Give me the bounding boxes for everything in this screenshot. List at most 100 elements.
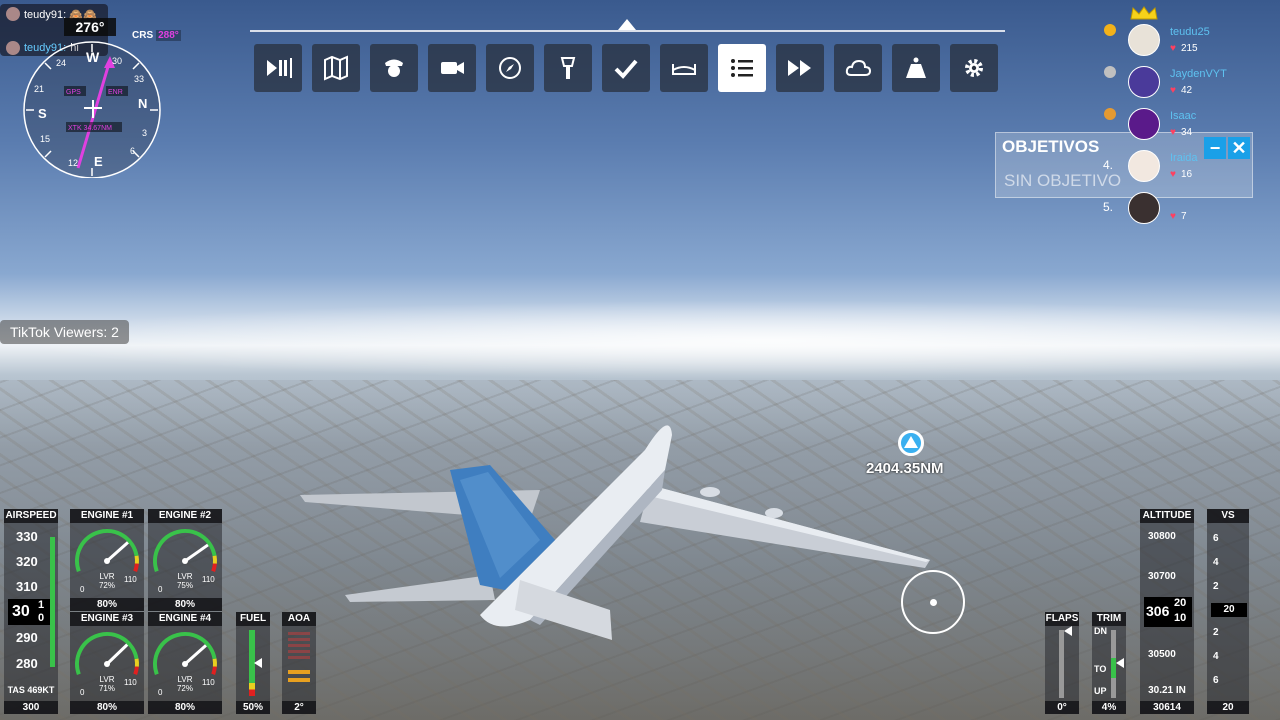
vs-title: VS <box>1207 509 1249 523</box>
flaps-track <box>1059 630 1064 698</box>
airspeed-tick: 310 <box>16 579 38 594</box>
atc-button[interactable] <box>544 44 592 92</box>
fuel-footer: 50% <box>236 701 270 714</box>
cardinal-n: N <box>138 96 147 111</box>
heart-icon: ♥ <box>1170 85 1176 96</box>
tick-15: 15 <box>40 134 50 144</box>
fast-forward-icon <box>788 60 811 76</box>
compass-rose: W N S E 30 33 3 6 12 15 21 24 GPS ENR XT… <box>23 41 161 179</box>
engine-scale-max: 110 <box>124 678 137 687</box>
course-readout: CRS 288° <box>132 30 181 41</box>
altitude-footer: 30614 <box>1140 701 1194 714</box>
leaderboard-row: 5. ♥ 7 <box>1100 184 1280 224</box>
silver-medal-icon <box>1104 66 1116 78</box>
settings-button[interactable] <box>950 44 998 92</box>
xtk-label: XTK 34.67NM <box>68 125 112 132</box>
controls-button[interactable] <box>660 44 708 92</box>
weight-balance-button[interactable] <box>892 44 940 92</box>
leaderboard-row: JaydenVYT ♥ 42 <box>1100 58 1280 98</box>
airspeed-footer: 300 <box>4 701 58 714</box>
true-airspeed: TAS 469KT <box>7 685 55 695</box>
waypoint-icon[interactable] <box>898 430 924 456</box>
waypoint-distance: 2404.35NM <box>866 460 944 477</box>
heart-icon: ♥ <box>1170 127 1176 138</box>
engine-scale-max: 110 <box>202 575 215 584</box>
tower-icon <box>560 57 576 79</box>
heading-readout: 276° <box>64 18 116 36</box>
leaderboard-rank: 5. <box>1102 200 1113 214</box>
engine-lvr: LVR <box>177 675 193 684</box>
pilot-button[interactable] <box>370 44 418 92</box>
camera-button[interactable] <box>428 44 476 92</box>
gps-label: GPS <box>66 89 81 96</box>
crs-value: 288° <box>156 30 181 41</box>
engine-scale-min: 0 <box>80 585 85 594</box>
vs-current: 20 <box>1211 603 1247 617</box>
aoa-bar <box>288 670 310 674</box>
engine-gauge: ENGINE #1 LVR 72% 0 110 80% <box>70 509 144 611</box>
fuel-level-marker <box>254 658 262 668</box>
navlog-button[interactable] <box>486 44 534 92</box>
aoa-title: AOA <box>282 612 316 626</box>
gold-medal-icon <box>1104 24 1116 36</box>
toolbar-caret[interactable] <box>618 19 636 30</box>
engine-lvr: LVR <box>99 572 115 581</box>
engine-lvr-pct: 71% <box>98 684 115 693</box>
flaps-footer: 0° <box>1045 701 1079 714</box>
avatar <box>1128 108 1160 140</box>
heart-icon: ♥ <box>1170 43 1176 54</box>
leaderboard-row: teudu25 ♥ 215 <box>1100 16 1280 56</box>
fuel-gauge: FUEL 50% <box>236 612 270 714</box>
map-button[interactable] <box>312 44 360 92</box>
airspeed-tick: 330 <box>16 529 38 544</box>
engine-scale-max: 110 <box>124 575 137 584</box>
checkmark-icon <box>614 59 638 79</box>
tick-6: 6 <box>130 146 135 156</box>
airspeed-green-band <box>50 537 55 667</box>
engine-footer: 80% <box>70 598 144 611</box>
weather-button[interactable] <box>834 44 882 92</box>
avatar <box>1128 150 1160 182</box>
tick-24: 24 <box>56 58 66 68</box>
checklist-button[interactable] <box>602 44 650 92</box>
altitude-tick: 30700 <box>1148 571 1176 582</box>
engine-lvr: LVR <box>177 572 193 581</box>
leaderboard-row: 4. Iraida ♥ 16 <box>1100 142 1280 182</box>
engine-needle <box>184 543 209 563</box>
engine-scale-min: 0 <box>158 688 163 697</box>
engine-scale-min: 0 <box>80 688 85 697</box>
engine-lvr-pct: 72% <box>176 684 193 693</box>
assistance-list-button[interactable] <box>718 44 766 92</box>
altitude-title: ALTITUDE <box>1140 509 1194 523</box>
engine-lvr-pct: 72% <box>98 581 115 590</box>
airspeed-tick: 290 <box>16 630 38 645</box>
trim-dn: DN <box>1094 626 1107 636</box>
engine-needle <box>105 643 129 666</box>
vertical-speed-tape: VS 6 4 2 2 4 6 20 20 <box>1207 509 1249 714</box>
airplane <box>300 425 930 640</box>
aoa-bar <box>288 678 310 682</box>
heart-icon: ♥ <box>1170 169 1176 180</box>
pause-play-button[interactable] <box>254 44 302 92</box>
flaps-marker <box>1064 626 1072 636</box>
aim-reticle <box>901 570 965 634</box>
objectives-title: OBJETIVOS <box>1002 137 1100 156</box>
leaderboard-score: ♥ 7 <box>1170 211 1187 222</box>
airspeed-title: AIRSPEED <box>4 509 58 523</box>
airspeed-current: 30 1 0 <box>8 599 50 625</box>
sim-rate-button[interactable] <box>776 44 824 92</box>
compass-icon <box>499 57 521 79</box>
heart-icon: ♥ <box>1170 211 1176 222</box>
crs-label: CRS <box>132 30 154 41</box>
sim-toolbar <box>254 44 998 92</box>
engine-footer: 80% <box>70 701 144 714</box>
engine-gauge: ENGINE #3 LVR 71% 0 110 80% <box>70 612 144 714</box>
engine-gauge: ENGINE #4 LVR 72% 0 110 80% <box>148 612 222 714</box>
airspeed-tick: 320 <box>16 554 38 569</box>
engine-footer: 80% <box>148 701 222 714</box>
cardinal-s: S <box>38 106 47 121</box>
leaderboard-score: ♥ 16 <box>1170 169 1193 180</box>
leaderboard-score: ♥ 215 <box>1170 43 1198 54</box>
trim-marker <box>1116 658 1124 668</box>
engine-gauge: ENGINE #2 LVR 75% 0 110 80% <box>148 509 222 611</box>
